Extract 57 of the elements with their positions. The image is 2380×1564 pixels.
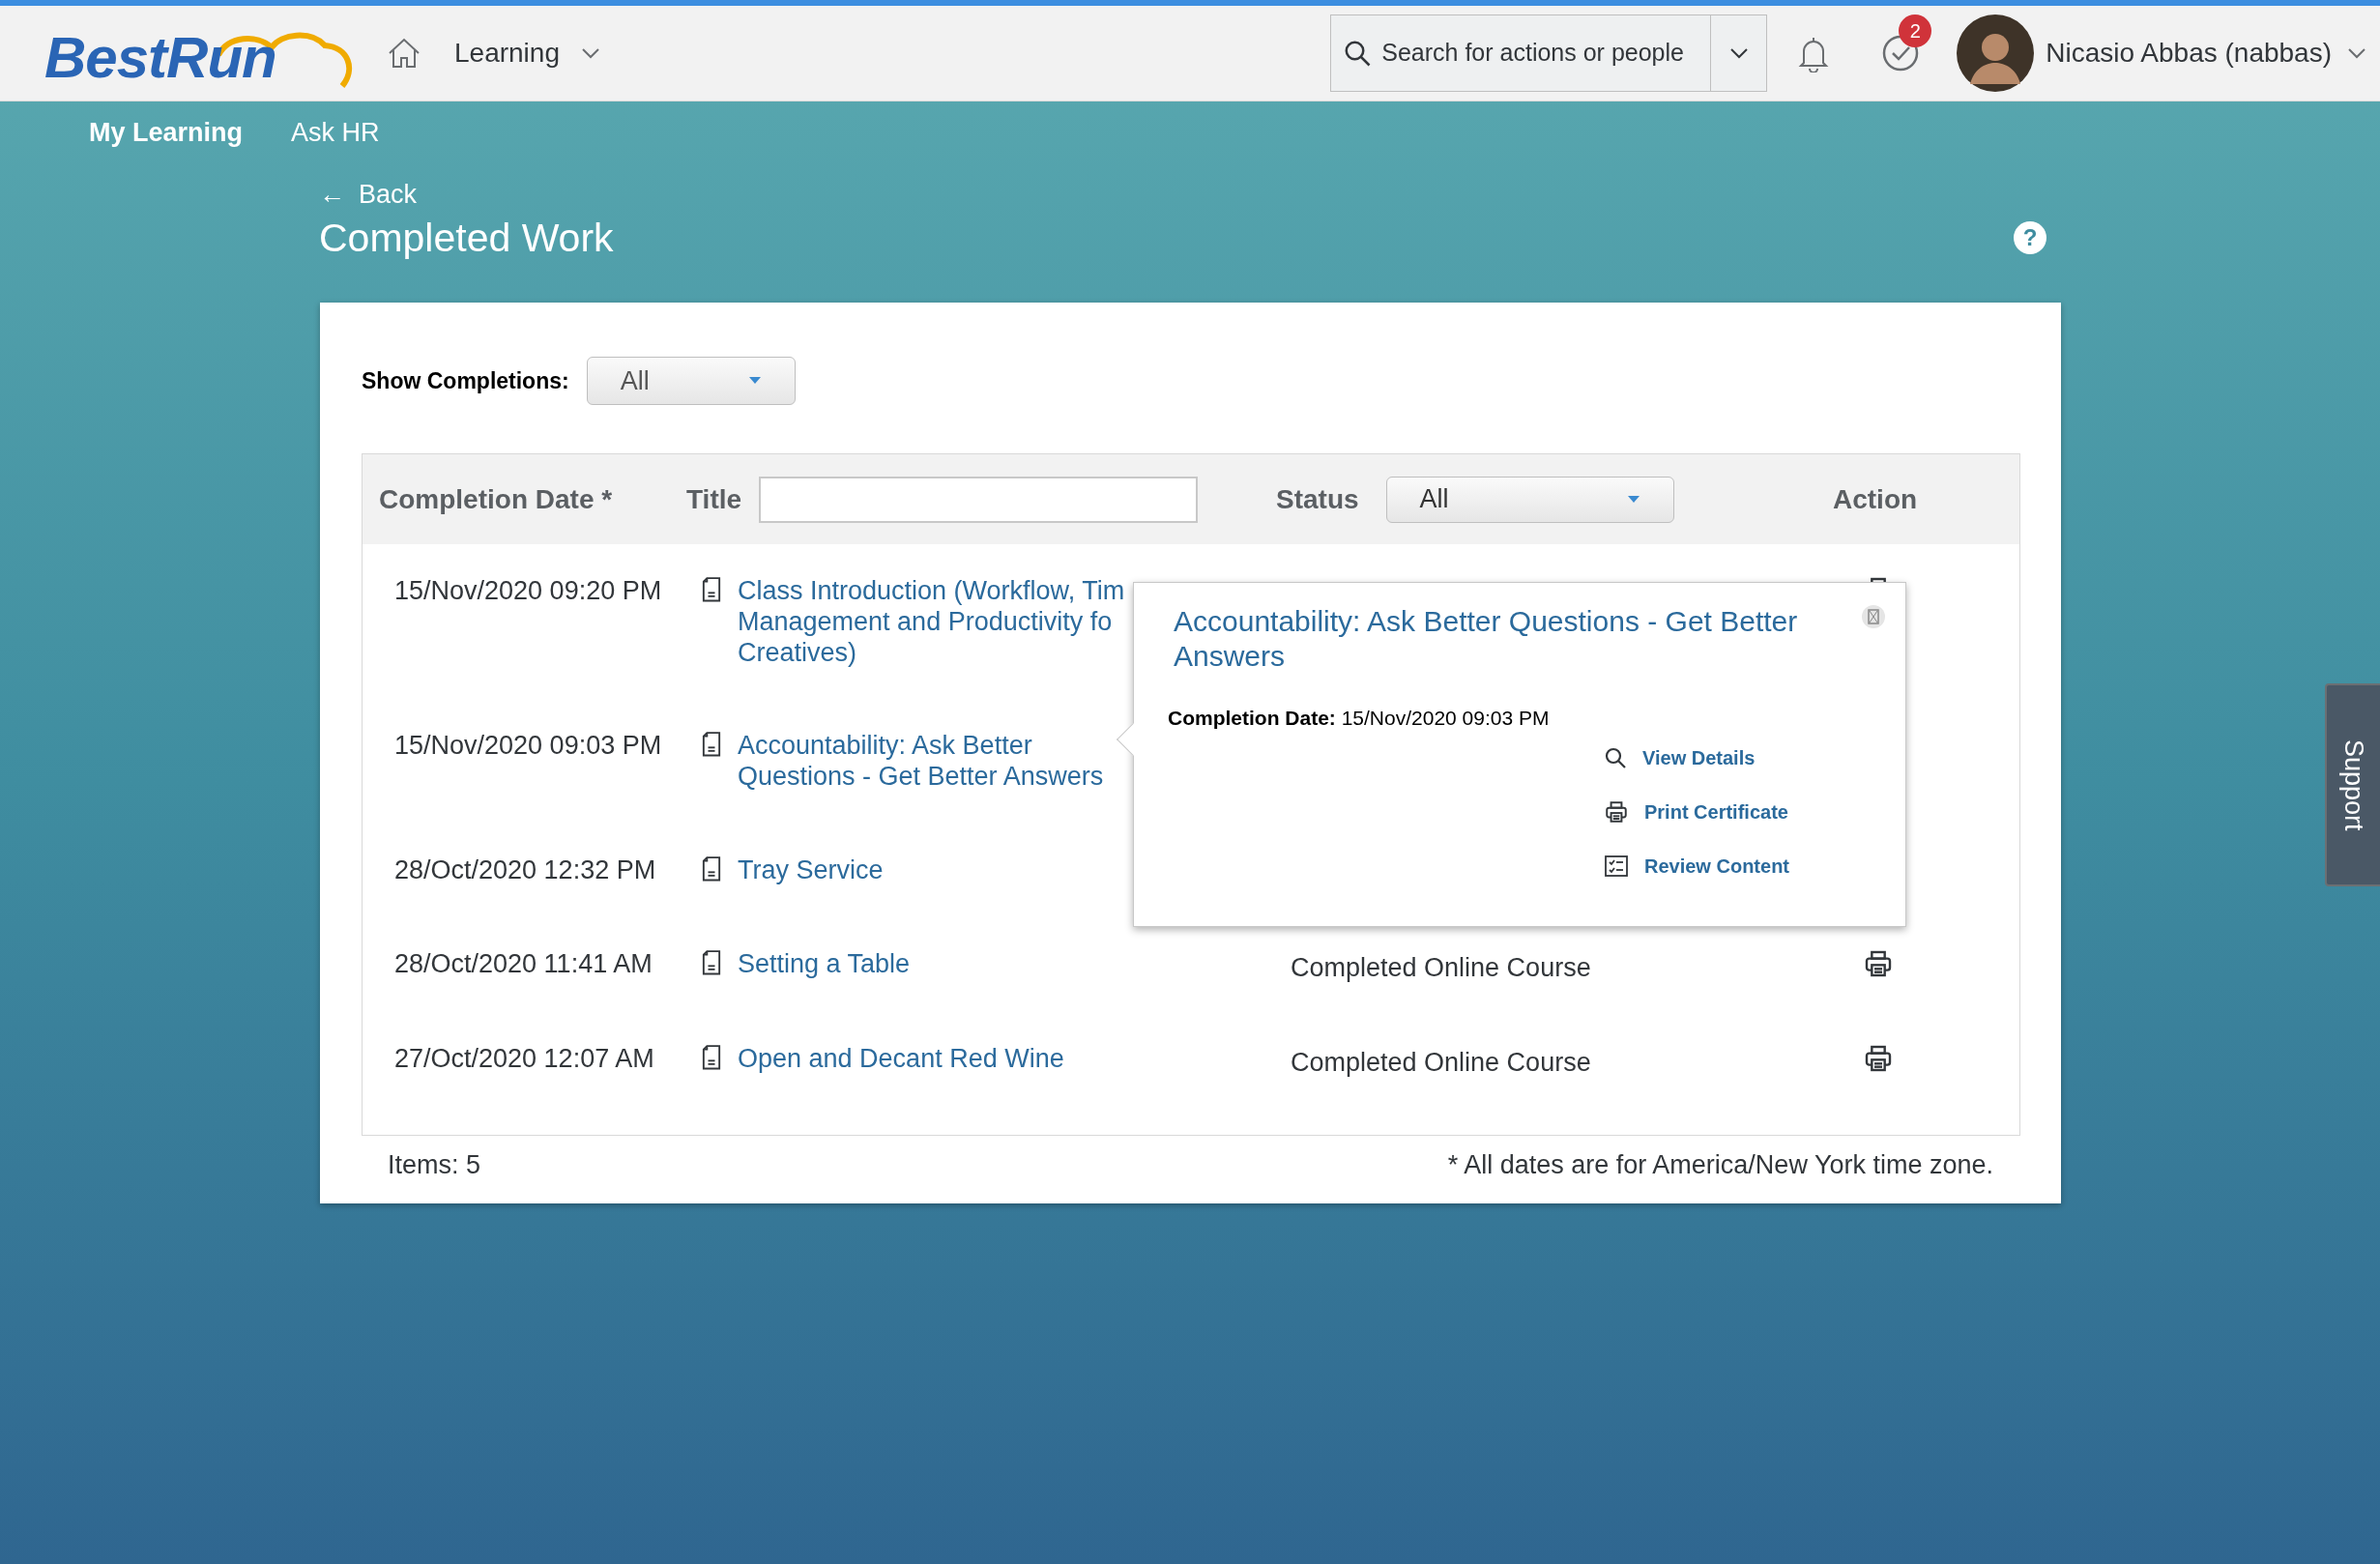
document-icon xyxy=(701,732,722,759)
document-icon xyxy=(701,577,722,604)
printer-icon xyxy=(1604,798,1629,825)
items-count: Items: 5 xyxy=(388,1149,481,1181)
popover-action-link[interactable]: View Details xyxy=(1604,742,1847,772)
caret-icon xyxy=(747,376,762,386)
document-icon xyxy=(701,950,722,977)
learning-menu[interactable]: Learning xyxy=(454,33,600,73)
course-title-link[interactable]: Class Introduction (Workflow, Tim Management and Productivity fo Creatives) xyxy=(738,575,1125,668)
course-title-link[interactable]: Accountability: Ask Better Questions - Get Better Answers xyxy=(738,730,1104,792)
popover-action-link[interactable]: Review Content xyxy=(1604,851,1847,881)
help-icon[interactable]: ? xyxy=(2014,221,2046,255)
timezone-note: * All dates are for America/New York time zone. xyxy=(1447,1149,1993,1181)
back-link[interactable]: ← Back xyxy=(319,175,418,215)
course-title-link[interactable]: Open and Decant Red Wine xyxy=(738,1043,1064,1074)
search-field[interactable]: Search for actions or people xyxy=(1381,35,1711,72)
completion-date-text: Completion Date: 15/Nov/2020 09:03 PM xyxy=(1168,706,1551,731)
dropdown-icon xyxy=(1728,47,1749,59)
date-cell-text: 27/Oct/2020 12:07 AM xyxy=(394,1043,655,1074)
search-icon xyxy=(1343,39,1373,68)
status-dropdown[interactable]: All xyxy=(1385,476,1674,523)
date-cell-text: 28/Oct/2020 11:41 AM xyxy=(394,948,653,979)
document-icon xyxy=(701,856,722,883)
filter-label: Show Completions: xyxy=(362,366,569,395)
user-menu[interactable]: Nicasio Abbas (nabbas) xyxy=(2046,33,2366,73)
search-icon xyxy=(1604,745,1627,769)
home-icon[interactable] xyxy=(387,37,421,70)
search-box[interactable]: Search for actions or people xyxy=(1330,14,1768,92)
popover-action-link[interactable]: Print Certificate xyxy=(1604,796,1847,826)
column-header: Title xyxy=(686,482,742,516)
date-cell-text: 15/Nov/2020 09:20 PM xyxy=(394,575,663,606)
checklist-icon xyxy=(1604,854,1629,878)
printer-icon[interactable] xyxy=(1863,948,1894,979)
page-title: Completed Work xyxy=(319,214,614,262)
status-cell: Completed Online Course xyxy=(1291,953,1591,982)
logo[interactable]: BestRun xyxy=(44,24,276,92)
printer-icon[interactable] xyxy=(1863,1043,1894,1074)
course-title-link[interactable]: Setting a Table xyxy=(738,948,911,979)
back-arrow-icon: ← xyxy=(319,175,345,215)
column-header: Status xyxy=(1276,482,1359,516)
notification-badge: 2 xyxy=(1899,14,1932,47)
document-icon xyxy=(701,1045,722,1072)
date-cell-text: 28/Oct/2020 12:32 PM xyxy=(394,854,657,885)
support-tab[interactable]: Support xyxy=(2325,683,2380,886)
caret-icon xyxy=(1626,494,1640,505)
title-filter-field[interactable] xyxy=(759,476,1199,523)
popover-title[interactable]: Accountability: Ask Better Questions - Get Better Answers xyxy=(1174,604,1861,674)
column-header: Action xyxy=(1833,482,1918,516)
chevron-down-icon xyxy=(581,47,600,59)
status-cell: Completed Online Course xyxy=(1291,1048,1591,1077)
date-cell-text: 15/Nov/2020 09:03 PM xyxy=(394,730,663,761)
column-header: Completion Date * xyxy=(379,482,613,516)
avatar[interactable] xyxy=(1957,14,2035,92)
close-icon[interactable] xyxy=(1861,604,1886,629)
chevron-down-icon xyxy=(2347,47,2366,59)
course-title-link[interactable]: Tray Service xyxy=(738,854,884,885)
completions-dropdown[interactable]: All xyxy=(586,357,796,405)
